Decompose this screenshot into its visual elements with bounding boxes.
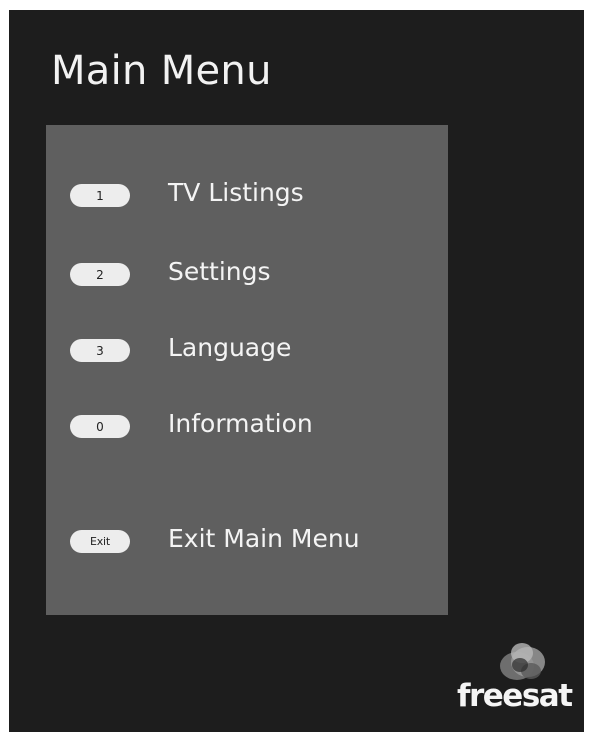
menu-item-label: Information	[168, 409, 313, 438]
menu-item-label: Exit Main Menu	[168, 524, 360, 553]
menu-item-label: Settings	[168, 257, 271, 286]
menu-item-settings[interactable]: 2 Settings	[46, 255, 448, 295]
menu-item-tv-listings[interactable]: 1 TV Listings	[46, 176, 448, 216]
remote-key-exit-badge: Exit	[70, 530, 130, 553]
remote-key-3-badge: 3	[70, 339, 130, 362]
page-title: Main Menu	[51, 48, 272, 94]
menu-panel: 1 TV Listings 2 Settings 3 Language 0 In…	[46, 125, 448, 615]
freesat-logo: freesat	[457, 640, 577, 730]
menu-item-language[interactable]: 3 Language	[46, 331, 448, 371]
menu-item-label: TV Listings	[168, 178, 304, 207]
menu-item-exit[interactable]: Exit Exit Main Menu	[46, 522, 448, 562]
menu-item-information[interactable]: 0 Information	[46, 407, 448, 447]
remote-key-2-badge: 2	[70, 263, 130, 286]
menu-item-label: Language	[168, 333, 292, 362]
tv-screen: Main Menu 1 TV Listings 2 Settings 3 Lan…	[9, 10, 584, 732]
remote-key-0-badge: 0	[70, 415, 130, 438]
freesat-logo-text: freesat	[457, 678, 573, 714]
remote-key-1-badge: 1	[70, 184, 130, 207]
